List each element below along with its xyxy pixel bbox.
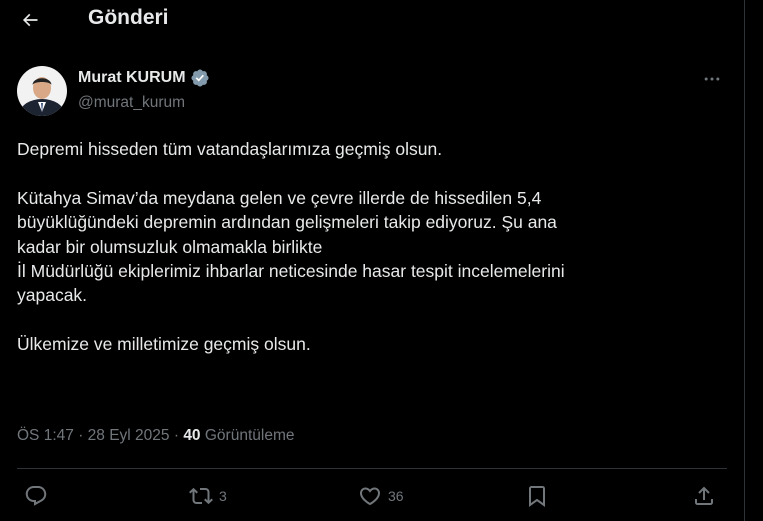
retweet-count: 3 — [219, 488, 227, 504]
tweet-meta: ÖS 1:47 · 28 Eyl 2025 · 40 Görüntüleme — [17, 427, 294, 445]
author-name-text: Murat KURUM — [78, 69, 186, 86]
author-name[interactable]: Murat KURUM — [78, 68, 210, 88]
bookmark-button[interactable] — [525, 484, 549, 508]
more-options-button[interactable] — [700, 68, 724, 90]
tweet-line: yapacak. — [17, 285, 88, 306]
reply-button[interactable] — [24, 484, 54, 508]
bookmark-icon — [529, 486, 545, 507]
divider — [17, 468, 727, 469]
heart-icon — [359, 487, 381, 506]
column-border — [744, 0, 745, 521]
retweet-button[interactable]: 3 — [189, 484, 227, 508]
tweet-line: İl Müdürlüğü ekiplerimiz ihbarlar netice… — [17, 261, 565, 282]
meta-separator: · — [173, 427, 184, 444]
author-handle[interactable]: @murat_kurum — [78, 94, 185, 112]
tweet-text: Depremi hisseden tüm vatandaşlarımıza ge… — [17, 137, 732, 357]
views-label: Görüntüleme — [204, 427, 295, 444]
verified-badge-icon — [191, 69, 209, 87]
more-dots-icon — [704, 77, 720, 81]
like-button[interactable]: 36 — [358, 484, 404, 508]
action-bar: 3 36 — [0, 476, 744, 521]
tweet-line: büyüklüğündeki depremin ardından gelişme… — [17, 212, 557, 233]
tweet-time[interactable]: ÖS 1:47 — [17, 427, 74, 444]
reply-icon — [25, 486, 47, 506]
tweet-date[interactable]: 28 Eyl 2025 — [88, 427, 170, 444]
header: Gönderi — [0, 0, 744, 40]
arrow-left-icon — [22, 13, 38, 27]
tweet-line: kadar bir olumsuzluk olmamakla birlikte — [17, 236, 323, 257]
tweet-paragraph: Depremi hisseden tüm vatandaşlarımıza ge… — [17, 139, 443, 159]
tweet-line: Kütahya Simav’da meydana gelen ve çevre … — [17, 187, 542, 208]
post-page: Gönderi Murat KURUM @murat_kurum Depremi… — [0, 0, 763, 521]
share-button[interactable] — [692, 484, 716, 508]
back-button[interactable] — [14, 4, 46, 36]
views-count: 40 — [183, 427, 205, 444]
avatar[interactable] — [17, 66, 67, 116]
meta-separator: · — [78, 427, 88, 444]
avatar-image — [17, 66, 67, 116]
share-icon — [695, 486, 713, 505]
tweet-paragraph: Ülkemize ve milletimize geçmiş olsun. — [17, 334, 311, 355]
retweet-icon — [189, 487, 213, 505]
page-title: Gönderi — [88, 6, 169, 29]
like-count: 36 — [388, 488, 404, 504]
